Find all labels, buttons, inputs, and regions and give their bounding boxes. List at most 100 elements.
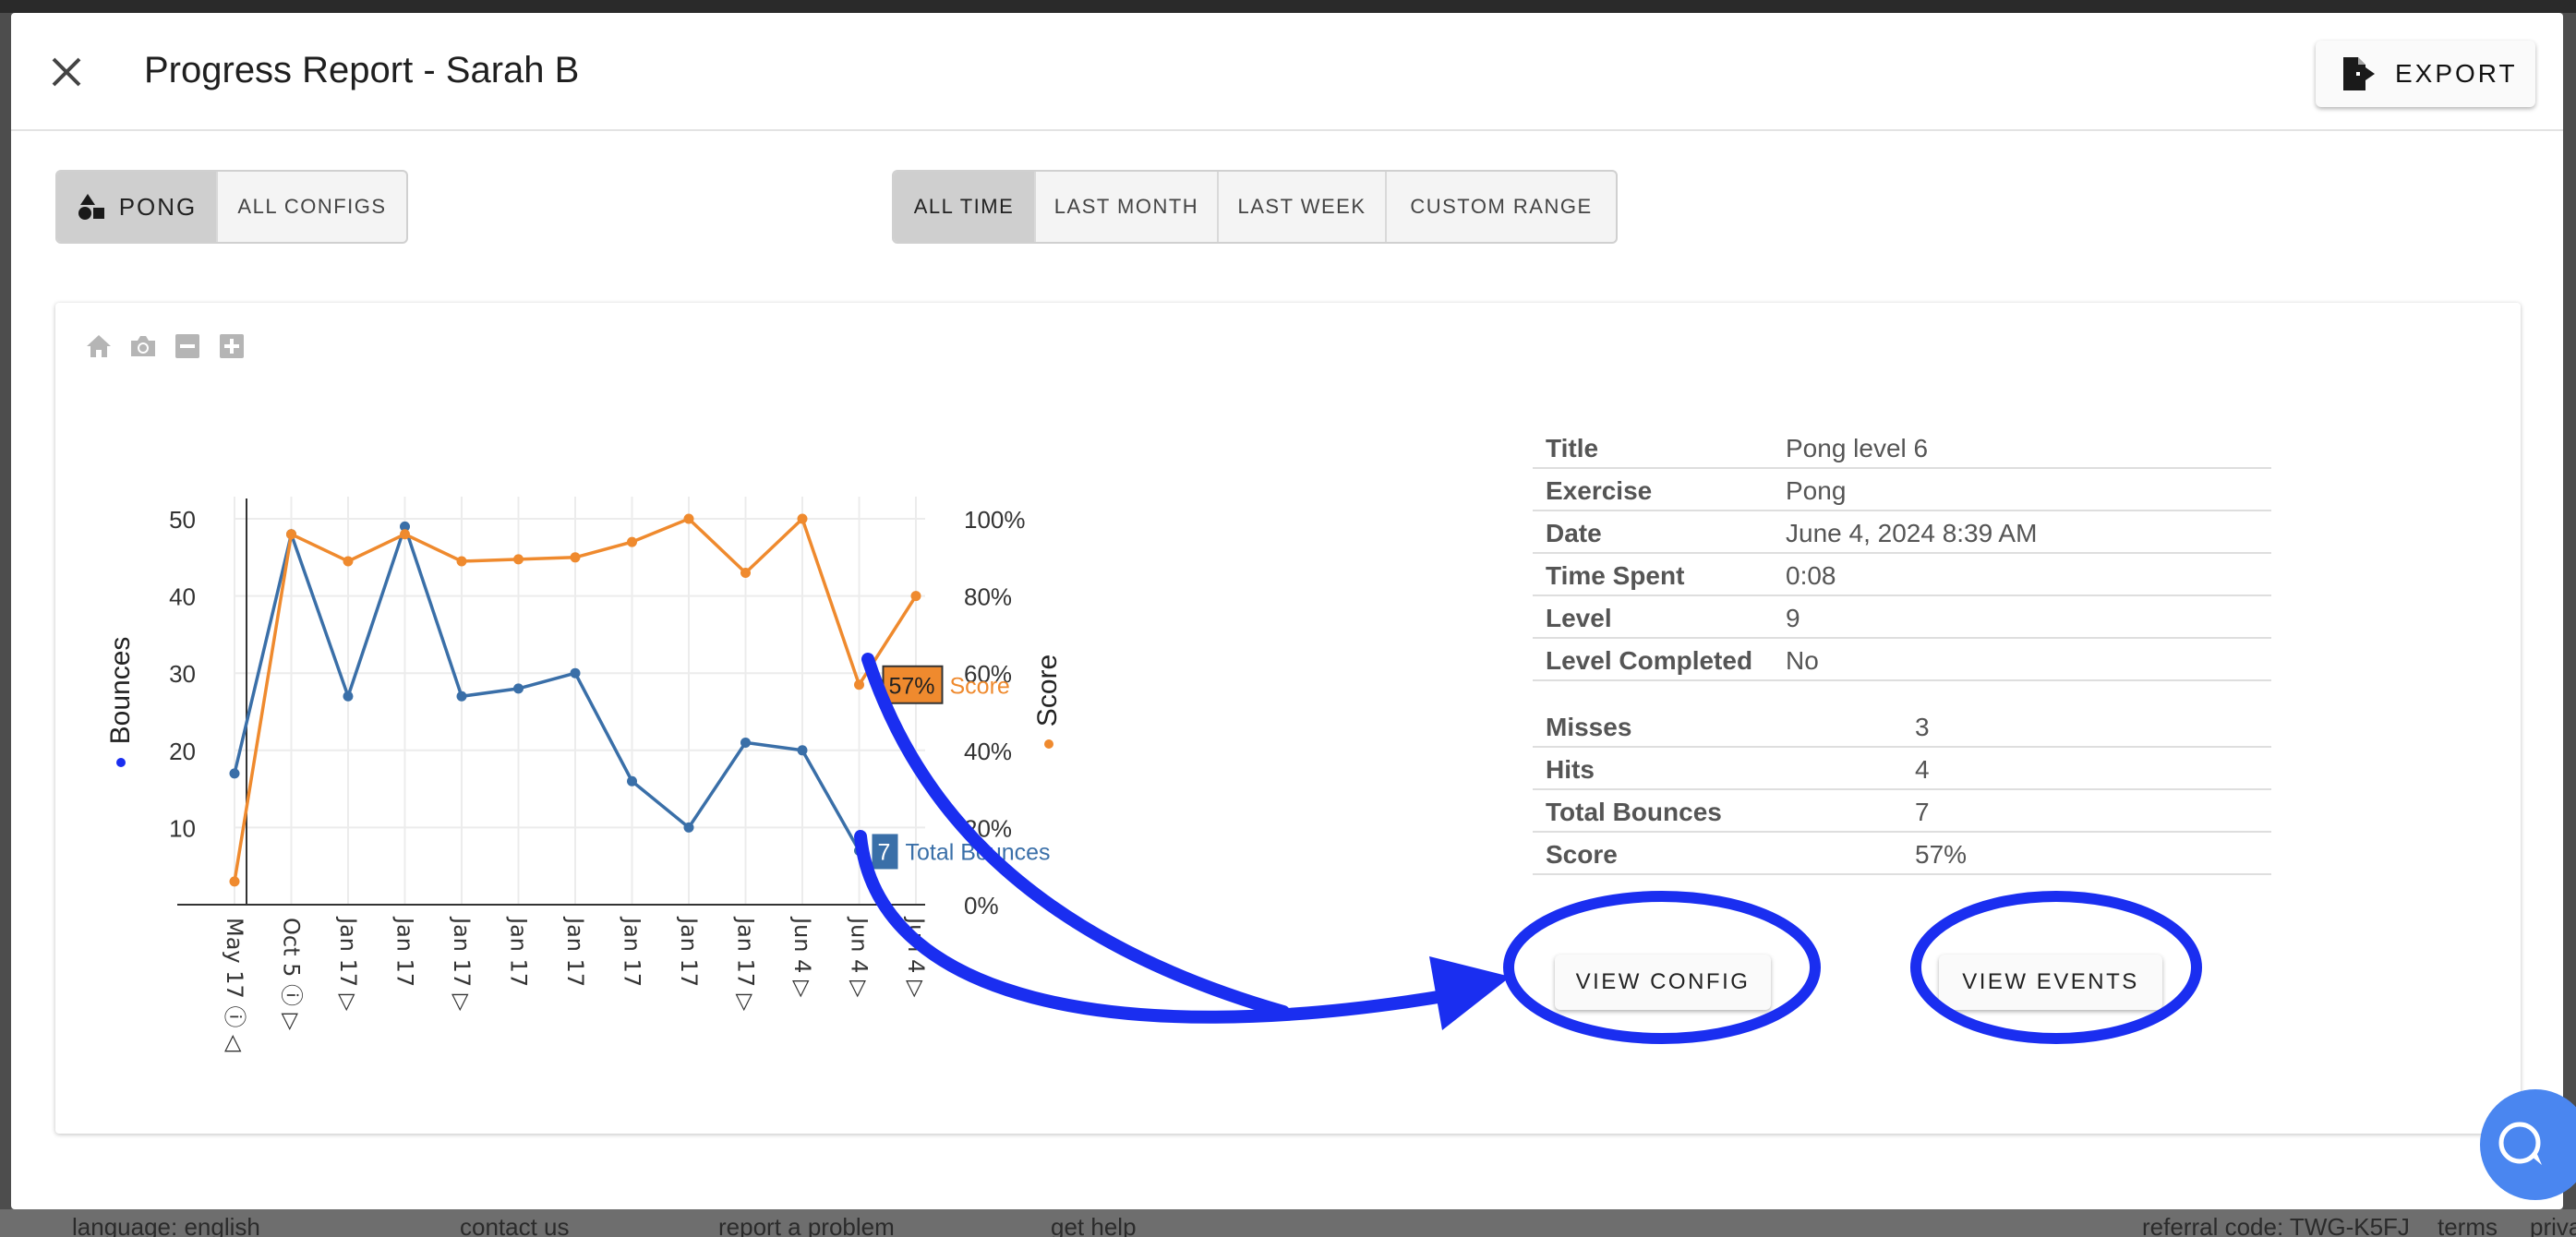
details-row-level: Level 9: [1533, 596, 2271, 639]
left-axis-title: Bounces: [105, 637, 136, 745]
stats-key: Misses: [1546, 713, 1632, 741]
toggle-all-time[interactable]: ALL TIME: [894, 172, 1036, 242]
background-footer: language: english contact us report a pr…: [0, 1209, 2576, 1237]
view-events-button[interactable]: VIEW EVENTS: [1939, 955, 2162, 1010]
stats-value: 57%: [1915, 840, 1968, 869]
x-axis-tick-label: Jan 17: [676, 916, 702, 987]
x-axis-tick-label: Jan 17 ▷: [449, 916, 475, 1012]
data-point-total-bounces: [797, 745, 808, 756]
data-point-score: [570, 552, 581, 563]
x-axis-tick-label: Jan 17: [392, 916, 418, 987]
data-point-score: [286, 529, 296, 540]
left-axis-tick-label: 40: [169, 583, 196, 611]
details-value: No: [1786, 646, 1819, 675]
data-point-score: [400, 529, 410, 540]
right-axis-tick-label: 20%: [964, 814, 1012, 842]
stats-value: 7: [1915, 798, 1930, 826]
view-config-label: VIEW CONFIG: [1575, 969, 1751, 994]
x-axis-tick-label: Jun 4 ▷: [847, 916, 873, 998]
right-axis-tick-label: 100%: [964, 506, 1026, 534]
left-axis-legend-dot: [116, 758, 126, 767]
toggle-custom-range-label: CUSTOM RANGE: [1410, 195, 1593, 218]
stats-key: Hits: [1546, 755, 1595, 784]
data-point-total-bounces: [570, 667, 581, 679]
data-point-score: [797, 513, 808, 524]
data-point-total-bounces: [229, 768, 240, 779]
x-axis-tick-label: Jun 4 ▷: [903, 916, 929, 998]
details-value: 0:08: [1786, 561, 1836, 590]
view-config-button[interactable]: VIEW CONFIG: [1555, 955, 1771, 1010]
stats-row-score: Score 57%: [1533, 833, 2271, 875]
details-value: June 4, 2024 8:39 AM: [1786, 519, 2038, 547]
toggle-pong-label: PONG: [118, 192, 198, 221]
toggle-last-month-label: LAST MONTH: [1053, 195, 1199, 218]
view-events-label: VIEW EVENTS: [1962, 969, 2139, 994]
data-point-total-bounces: [740, 737, 751, 748]
chart-card: 10 20 30 40 50 0% 20% 40% 60% 80% 100% Bounces Score…: [55, 303, 2521, 1134]
game-toggle-group: PONG ALL CONFIGS: [55, 170, 408, 244]
details-row-time-spent: Time Spent 0:08: [1533, 554, 2271, 596]
close-button[interactable]: [39, 44, 94, 100]
toggle-last-week[interactable]: LAST WEEK: [1219, 172, 1387, 242]
export-button[interactable]: EXPORT: [2316, 41, 2535, 107]
background-left-edge: [0, 13, 11, 1209]
x-axis-tick-label: Jan 17: [620, 916, 645, 987]
session-details-table: Title Pong level 6 Exercise Pong Date Ju…: [1533, 426, 2271, 681]
left-axis-tick-label: 30: [169, 660, 196, 688]
details-value: 9: [1786, 604, 1800, 632]
stats-row-misses: Misses 3: [1533, 705, 2271, 748]
modal-title: Progress Report - Sarah B: [144, 50, 580, 90]
x-axis-tick-label: Oct 5 ⓘ ▷: [279, 918, 305, 1031]
left-axis-tick-label: 10: [169, 814, 196, 842]
footer-privacy: privacy: [2530, 1213, 2576, 1237]
details-row-level-completed: Level Completed No: [1533, 639, 2271, 681]
time-range-toggle-group: ALL TIME LAST MONTH LAST WEEK CUSTOM RAN…: [892, 170, 1618, 244]
background-top-bar: [0, 0, 2576, 13]
right-axis-tick-label: 80%: [964, 583, 1012, 611]
x-axis-tick-label: Jan 17 ▷: [335, 916, 361, 1012]
data-point-total-bounces: [683, 822, 694, 833]
footer-contact: contact us: [460, 1213, 570, 1237]
x-axis-tick-label: Jan 17 ▷: [733, 916, 759, 1012]
x-axis-tick-label: Jun 4 ▷: [789, 916, 815, 998]
toggle-all-configs-label: ALL CONFIGS: [237, 195, 387, 218]
details-key: Date: [1546, 519, 1602, 547]
data-point-total-bounces: [456, 691, 467, 702]
data-point-score: [627, 536, 637, 547]
chat-bubble-icon: [2498, 1122, 2542, 1165]
toggle-custom-range[interactable]: CUSTOM RANGE: [1387, 172, 1616, 242]
hover-label-bounces-name: Total Bounces: [906, 839, 1051, 865]
data-point-total-bounces: [627, 775, 637, 787]
right-axis-tick-label: 40%: [964, 738, 1012, 765]
toggle-last-month[interactable]: LAST MONTH: [1036, 172, 1219, 242]
toggle-all-configs[interactable]: ALL CONFIGS: [218, 172, 406, 242]
details-key: Exercise: [1546, 476, 1653, 505]
stats-value: 4: [1915, 755, 1930, 784]
left-axis-tick-label: 50: [169, 506, 196, 534]
x-axis-tick-label: Jan 17: [506, 916, 532, 987]
stats-row-total-bounces: Total Bounces 7: [1533, 790, 2271, 833]
left-axis-tick-label: 20: [169, 738, 196, 765]
details-row-exercise: Exercise Pong: [1533, 469, 2271, 511]
toggle-pong[interactable]: PONG: [57, 172, 218, 242]
x-axis-tick-label: Jan 17: [562, 916, 588, 987]
data-point-score: [229, 876, 240, 887]
data-point-score: [683, 513, 694, 524]
right-axis-tick-label: 0%: [964, 892, 999, 919]
data-point-score: [854, 679, 864, 691]
export-button-label: EXPORT: [2395, 59, 2518, 88]
progress-chart[interactable]: 10203040500%20%40%60%80%100%Bounces Score…: [55, 303, 1163, 1097]
stats-key: Total Bounces: [1546, 798, 1722, 826]
details-key: Title: [1546, 434, 1599, 462]
data-point-score: [343, 556, 354, 567]
right-axis-legend-dot: [1044, 739, 1053, 749]
data-point-total-bounces: [513, 683, 524, 694]
data-point-total-bounces: [854, 845, 864, 856]
details-value: Pong level 6: [1786, 434, 1929, 462]
data-point-score: [456, 556, 467, 567]
footer-language: language: english: [72, 1213, 260, 1237]
export-file-icon: [2343, 57, 2375, 90]
modal-header: Progress Report - Sarah B EXPORT: [11, 13, 2563, 131]
footer-report: report a problem: [718, 1213, 895, 1237]
data-point-total-bounces: [343, 691, 354, 702]
